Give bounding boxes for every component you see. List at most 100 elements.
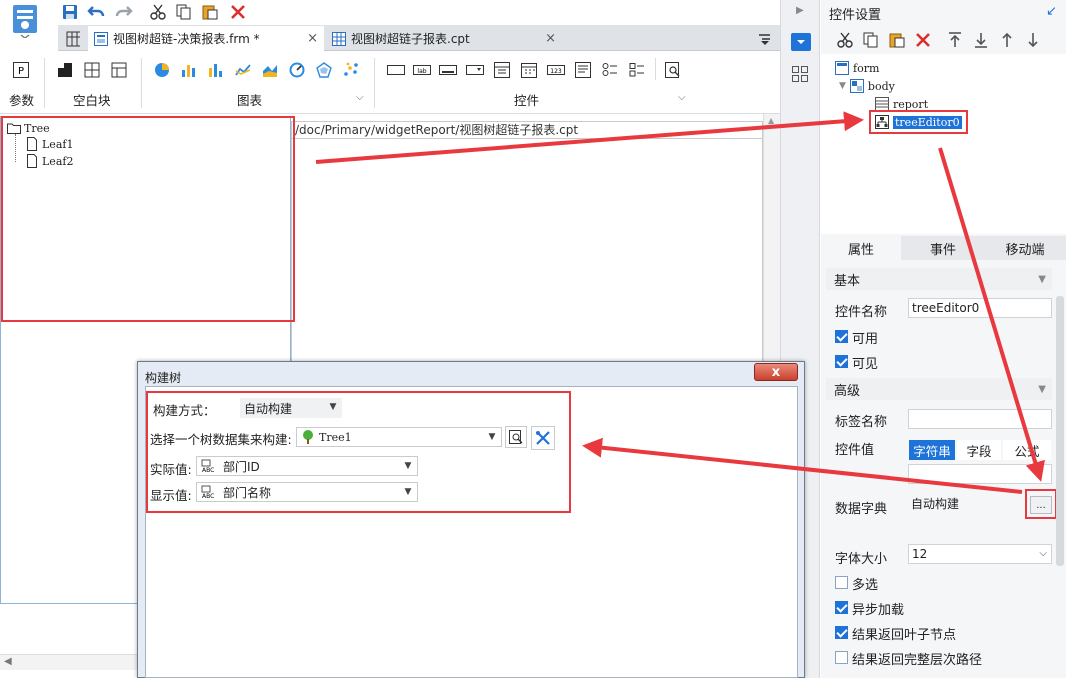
collapse-arrow-icon[interactable]: ▶ bbox=[796, 5, 804, 16]
scroll-left-icon[interactable]: ◀ bbox=[4, 656, 12, 667]
layout-icon[interactable] bbox=[792, 66, 808, 85]
tree-combo-widget-icon[interactable] bbox=[493, 61, 511, 79]
tree-preview-highlight bbox=[1, 116, 295, 322]
tab-properties[interactable]: 属性 bbox=[821, 236, 901, 260]
multi-select-label: 多选 bbox=[852, 578, 879, 593]
tab-events[interactable]: 事件 bbox=[903, 236, 983, 260]
area-chart-icon[interactable] bbox=[261, 61, 279, 79]
save-icon[interactable] bbox=[60, 2, 80, 22]
async-load-checkbox[interactable] bbox=[835, 601, 848, 614]
component-node-form[interactable]: form bbox=[835, 60, 879, 76]
visible-label: 可见 bbox=[852, 357, 879, 372]
move-top-icon[interactable] bbox=[945, 30, 965, 50]
textarea-widget-icon[interactable] bbox=[574, 61, 592, 79]
value-mode-field[interactable]: 字段 bbox=[957, 440, 1001, 460]
panel-toolbar bbox=[821, 28, 1066, 52]
bar-chart-icon[interactable] bbox=[180, 61, 198, 79]
gauge-chart-icon[interactable] bbox=[288, 61, 306, 79]
move-bottom-icon[interactable] bbox=[971, 30, 991, 50]
grid-layout-icon[interactable] bbox=[110, 61, 128, 79]
section-basic[interactable]: 基本 ▼ bbox=[826, 268, 1052, 290]
undo-icon[interactable] bbox=[86, 2, 106, 22]
copy-icon[interactable] bbox=[861, 30, 881, 50]
delete-icon[interactable] bbox=[228, 2, 248, 22]
tab-grid-icon[interactable] bbox=[60, 26, 86, 51]
widget-palette: P 参数 空白块 图表 ⌵ lab 123 控件 ⌵ bbox=[0, 52, 780, 114]
delete-icon[interactable] bbox=[913, 30, 933, 50]
prop-font-label: 字体大小 bbox=[835, 552, 888, 567]
value-mode-string[interactable]: 字符串 bbox=[909, 440, 955, 460]
scatter-chart-icon[interactable] bbox=[342, 61, 360, 79]
search-widget-icon[interactable] bbox=[664, 61, 682, 79]
section-advanced-label: 高级 bbox=[834, 383, 861, 399]
tab-layout-icon[interactable] bbox=[83, 61, 101, 79]
dialog-title: 构建树 bbox=[145, 371, 182, 385]
multi-select-checkbox[interactable] bbox=[835, 576, 848, 589]
absolute-layout-icon[interactable] bbox=[56, 61, 74, 79]
section-basic-label: 基本 bbox=[834, 273, 861, 289]
close-icon[interactable]: × bbox=[545, 31, 556, 46]
palette-group-charts: 图表 bbox=[237, 93, 263, 108]
copy-icon[interactable] bbox=[174, 2, 194, 22]
chevron-down-icon[interactable]: ⌵ bbox=[356, 92, 364, 103]
tab-list-icon[interactable] bbox=[752, 26, 776, 51]
pie-chart-icon[interactable] bbox=[153, 61, 171, 79]
number-widget-icon[interactable]: 123 bbox=[547, 61, 565, 79]
param-icon[interactable]: P bbox=[12, 61, 30, 79]
expand-arrow-icon[interactable]: ▼ bbox=[839, 81, 846, 91]
component-node-body[interactable]: ▼ body bbox=[839, 78, 895, 94]
report-widget[interactable] bbox=[291, 139, 763, 369]
tab-frm[interactable]: 视图树超链-决策报表.frm * × bbox=[88, 26, 324, 51]
paste-icon[interactable] bbox=[200, 2, 220, 22]
label-widget-icon[interactable]: lab bbox=[413, 61, 431, 79]
visible-checkbox[interactable] bbox=[835, 355, 848, 368]
section-advanced[interactable]: 高级 ▼ bbox=[826, 378, 1052, 400]
radio-group-widget-icon[interactable] bbox=[601, 61, 619, 79]
chevron-down-icon: ▼ bbox=[1038, 273, 1046, 285]
palette-group-blank: 空白块 bbox=[73, 93, 111, 108]
close-icon[interactable]: × bbox=[307, 31, 318, 46]
collapse-panel-icon[interactable]: ↙ bbox=[1046, 4, 1057, 19]
value-mode-formula[interactable]: 公式 bbox=[1003, 440, 1051, 460]
tab-mobile[interactable]: 移动端 bbox=[985, 236, 1065, 260]
widget-name-input[interactable]: treeEditor0 bbox=[908, 298, 1052, 318]
line-chart-icon[interactable] bbox=[234, 61, 252, 79]
font-size-value: 12 bbox=[912, 547, 928, 561]
cut-icon[interactable] bbox=[148, 2, 168, 22]
move-down-icon[interactable] bbox=[1023, 30, 1043, 50]
component-node-label: form bbox=[853, 61, 880, 75]
chevron-down-icon: ▼ bbox=[1038, 383, 1046, 395]
palette-divider bbox=[44, 58, 45, 108]
redo-icon[interactable] bbox=[114, 2, 134, 22]
dialog-close-button[interactable]: x bbox=[754, 363, 798, 381]
move-up-icon[interactable] bbox=[997, 30, 1017, 50]
text-field-icon[interactable] bbox=[387, 61, 405, 79]
app-menu-icon[interactable] bbox=[12, 4, 38, 39]
return-path-label: 结果返回完整层次路径 bbox=[852, 653, 983, 668]
prop-tag-label: 标签名称 bbox=[835, 415, 888, 430]
cut-icon[interactable] bbox=[835, 30, 855, 50]
button-widget-icon[interactable] bbox=[439, 61, 457, 79]
report-file-icon bbox=[332, 31, 346, 46]
enabled-label: 可用 bbox=[852, 332, 879, 347]
font-size-select[interactable]: 12 ⌵ bbox=[908, 544, 1052, 564]
report-node-icon bbox=[875, 97, 889, 111]
return-path-checkbox[interactable] bbox=[835, 651, 848, 664]
return-leaf-checkbox[interactable] bbox=[835, 626, 848, 639]
tab-cpt[interactable]: 视图树超链子报表.cpt × bbox=[326, 26, 562, 51]
dialog-fields-highlight bbox=[146, 391, 571, 513]
checkbox-group-widget-icon[interactable] bbox=[628, 61, 646, 79]
prop-name-label: 控件名称 bbox=[835, 305, 888, 320]
column-chart-icon[interactable] bbox=[207, 61, 225, 79]
scroll-up-icon[interactable]: ▲ bbox=[768, 116, 774, 125]
tag-name-input[interactable] bbox=[908, 409, 1052, 429]
paste-icon[interactable] bbox=[887, 30, 907, 50]
radar-chart-icon[interactable] bbox=[315, 61, 333, 79]
combobox-widget-icon[interactable] bbox=[466, 61, 484, 79]
date-widget-icon[interactable] bbox=[520, 61, 538, 79]
widget-settings-icon[interactable] bbox=[791, 33, 811, 51]
widget-value-input[interactable] bbox=[908, 464, 1052, 484]
panel-scrollbar[interactable] bbox=[1056, 296, 1064, 566]
chevron-down-icon[interactable]: ⌵ bbox=[678, 92, 686, 103]
enabled-checkbox[interactable] bbox=[835, 330, 848, 343]
